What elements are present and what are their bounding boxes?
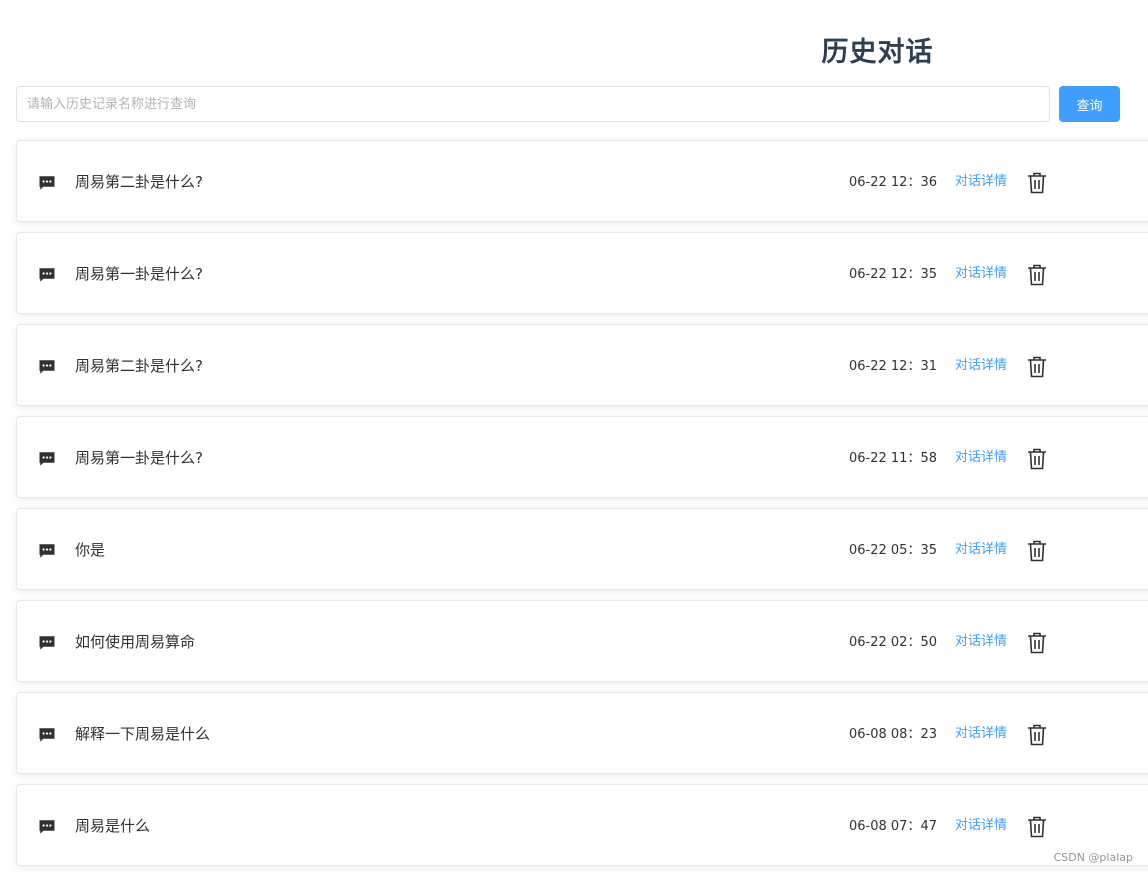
search-input[interactable] [16,86,1050,122]
conversation-title: 解释一下周易是什么 [75,725,211,743]
conversation-title: 周易第二卦是什么? [75,357,203,375]
conversation-detail-link[interactable]: 对话详情 [955,541,1007,559]
trash-icon[interactable] [1027,448,1047,470]
chat-bubble-icon [39,636,55,650]
trash-icon[interactable] [1027,172,1047,194]
conversation-card: 周易第二卦是什么? 06-22 12：36 对话详情 [16,140,1148,222]
conversation-card: 周易第一卦是什么? 06-22 12：35 对话详情 [16,232,1148,314]
conversation-time: 06-22 05：35 [849,543,937,558]
conversation-time: 06-22 12：36 [849,175,937,190]
search-button[interactable]: 查询 [1059,86,1120,122]
conversation-card: 如何使用周易算命 06-22 02：50 对话详情 [16,600,1148,682]
conversation-detail-link[interactable]: 对话详情 [955,357,1007,375]
conversation-list: 周易第二卦是什么? 06-22 12：36 对话详情 周易第一卦是什么? 06-… [16,140,1148,873]
trash-icon[interactable] [1027,356,1047,378]
conversation-time: 06-22 12：35 [849,267,937,282]
chat-bubble-icon [39,820,55,834]
conversation-title: 如何使用周易算命 [75,633,196,651]
conversation-card: 周易是什么 06-08 07：47 对话详情 [16,784,1148,866]
chat-bubble-icon [39,176,55,190]
search-bar: 查询 [16,86,1120,122]
conversation-detail-link[interactable]: 对话详情 [955,633,1007,651]
conversation-time: 06-22 11：58 [849,451,937,466]
conversation-time: 06-08 07：47 [849,819,937,834]
conversation-detail-link[interactable]: 对话详情 [955,817,1007,835]
conversation-title: 你是 [75,541,106,559]
chat-bubble-icon [39,728,55,742]
conversation-title: 周易第二卦是什么? [75,173,203,191]
trash-icon[interactable] [1027,724,1047,746]
conversation-detail-link[interactable]: 对话详情 [955,449,1007,467]
conversation-card: 解释一下周易是什么 06-08 08：23 对话详情 [16,692,1148,774]
conversation-time: 06-22 12：31 [849,359,937,374]
conversation-time: 06-08 08：23 [849,727,937,742]
conversation-title: 周易是什么 [75,817,151,835]
chat-bubble-icon [39,360,55,374]
trash-icon[interactable] [1027,540,1047,562]
trash-icon[interactable] [1027,632,1047,654]
trash-icon[interactable] [1027,816,1047,838]
conversation-time: 06-22 02：50 [849,635,937,650]
chat-bubble-icon [39,268,55,282]
conversation-detail-link[interactable]: 对话详情 [955,265,1007,283]
conversation-title: 周易第一卦是什么? [75,265,203,283]
conversation-card: 你是 06-22 05：35 对话详情 [16,508,1148,590]
conversation-title: 周易第一卦是什么? [75,449,203,467]
page-title: 历史对话 [821,37,934,68]
conversation-card: 周易第一卦是什么? 06-22 11：58 对话详情 [16,416,1148,498]
watermark: CSDN @plalap [1053,851,1133,864]
conversation-detail-link[interactable]: 对话详情 [955,173,1007,191]
conversation-card: 周易第二卦是什么? 06-22 12：31 对话详情 [16,324,1148,406]
chat-bubble-icon [39,544,55,558]
trash-icon[interactable] [1027,264,1047,286]
conversation-detail-link[interactable]: 对话详情 [955,725,1007,743]
history-page: 历史对话 查询 周易第二卦是什么? 06-22 12：36 对话详情 [0,0,1148,873]
chat-bubble-icon [39,452,55,466]
